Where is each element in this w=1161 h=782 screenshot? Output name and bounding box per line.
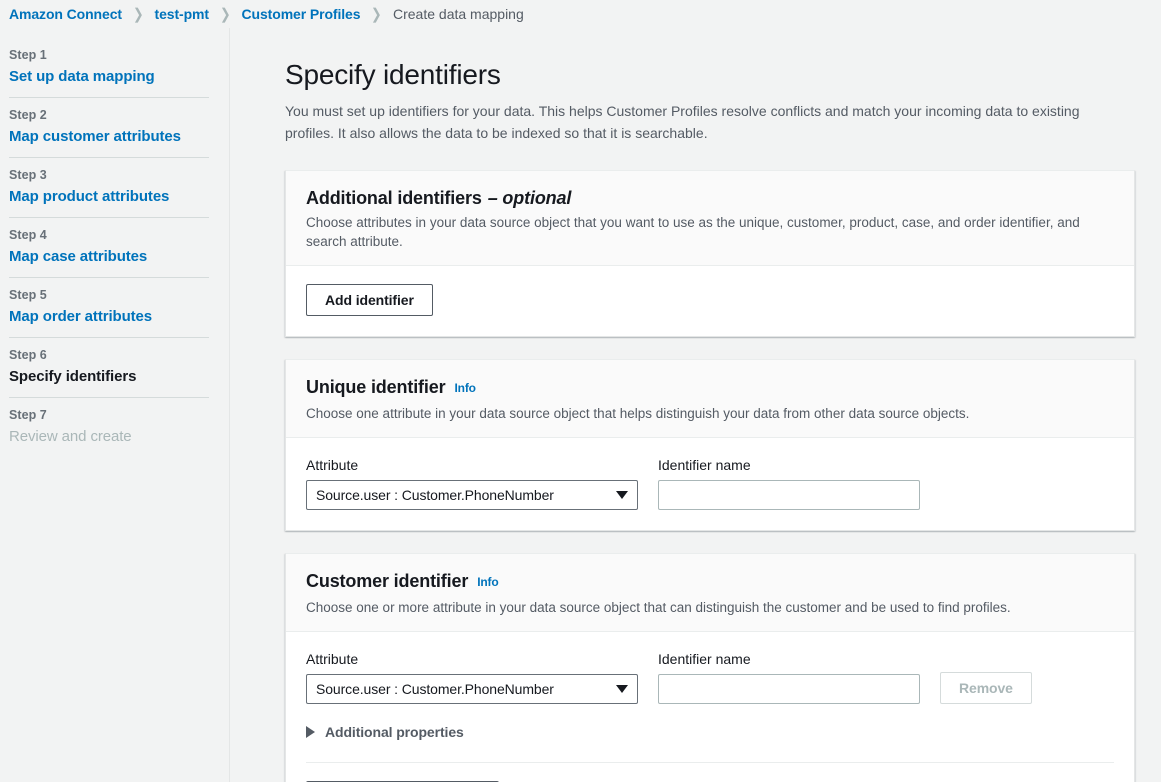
attribute-select[interactable]: Source.user : Customer.PhoneNumber bbox=[306, 674, 638, 704]
identifier-name-input[interactable] bbox=[658, 480, 920, 510]
attribute-label: Attribute bbox=[306, 650, 638, 668]
card-title-additional-identifiers: Additional identifiers – optional bbox=[306, 187, 1114, 209]
step-number-label: Step 6 bbox=[9, 347, 209, 364]
identifier-name-label: Identifier name bbox=[658, 456, 920, 474]
sidebar-step-7: Step 7 Review and create bbox=[0, 398, 229, 457]
sidebar-step-3[interactable]: Step 3 Map product attributes bbox=[0, 158, 229, 217]
attribute-select-wrap: Source.user : Customer.PhoneNumber bbox=[306, 674, 638, 704]
card-customer-identifier: Customer identifier Info Choose one or m… bbox=[285, 553, 1135, 782]
add-identifier-button[interactable]: Add identifier bbox=[306, 284, 433, 316]
card-header: Unique identifier Info Choose one attrib… bbox=[286, 360, 1134, 438]
breadcrumb-item-create-data-mapping: Create data mapping bbox=[393, 6, 524, 22]
card-header: Additional identifiers – optional Choose… bbox=[286, 171, 1134, 266]
page-root: Amazon Connect ❯ test-pmt ❯ Customer Pro… bbox=[0, 0, 1161, 782]
sidebar-step-6[interactable]: Step 6 Specify identifiers bbox=[0, 338, 229, 397]
additional-properties-label: Additional properties bbox=[325, 724, 464, 740]
card-body: Add identifier bbox=[286, 266, 1134, 336]
chevron-right-icon: ❯ bbox=[220, 5, 231, 23]
info-link[interactable]: Info bbox=[454, 377, 475, 399]
attribute-select[interactable]: Source.user : Customer.PhoneNumber bbox=[306, 480, 638, 510]
additional-properties-toggle[interactable]: Additional properties bbox=[306, 724, 1114, 740]
breadcrumb-item-test-pmt[interactable]: test-pmt bbox=[155, 6, 209, 22]
wizard-steps-sidebar: Step 1 Set up data mapping Step 2 Map cu… bbox=[0, 28, 230, 782]
card-body: Attribute Source.user : Customer.PhoneNu… bbox=[286, 632, 1134, 782]
step-title-map-case-attributes[interactable]: Map case attributes bbox=[9, 247, 209, 267]
step-number-label: Step 7 bbox=[9, 407, 209, 424]
sidebar-step-4[interactable]: Step 4 Map case attributes bbox=[0, 218, 229, 277]
breadcrumb: Amazon Connect ❯ test-pmt ❯ Customer Pro… bbox=[0, 0, 1161, 28]
card-title-text: Additional identifiers bbox=[306, 187, 482, 209]
card-title-unique-identifier: Unique identifier Info bbox=[306, 376, 1114, 400]
step-title-map-customer-attributes[interactable]: Map customer attributes bbox=[9, 127, 209, 147]
step-number-label: Step 3 bbox=[9, 167, 209, 184]
breadcrumb-item-customer-profiles[interactable]: Customer Profiles bbox=[242, 6, 361, 22]
sidebar-step-2[interactable]: Step 2 Map customer attributes bbox=[0, 98, 229, 157]
chevron-right-icon: ❯ bbox=[371, 5, 382, 23]
card-description: Choose one attribute in your data source… bbox=[306, 404, 1114, 423]
field-attribute: Attribute Source.user : Customer.PhoneNu… bbox=[306, 650, 638, 704]
identifier-name-label: Identifier name bbox=[658, 650, 920, 668]
card-unique-identifier: Unique identifier Info Choose one attrib… bbox=[285, 359, 1135, 531]
card-description: Choose attributes in your data source ob… bbox=[306, 213, 1114, 251]
step-number-label: Step 4 bbox=[9, 227, 209, 244]
step-title-set-up-data-mapping[interactable]: Set up data mapping bbox=[9, 67, 209, 87]
card-title-optional-suffix: – optional bbox=[488, 187, 572, 209]
card-additional-identifiers: Additional identifiers – optional Choose… bbox=[285, 170, 1135, 337]
step-number-label: Step 1 bbox=[9, 47, 209, 64]
attribute-label: Attribute bbox=[306, 456, 638, 474]
info-link[interactable]: Info bbox=[477, 571, 498, 593]
card-description: Choose one or more attribute in your dat… bbox=[306, 598, 1114, 617]
customer-identifier-form-row: Attribute Source.user : Customer.PhoneNu… bbox=[306, 650, 1114, 704]
card-inner-divider bbox=[306, 762, 1114, 763]
body-split: Step 1 Set up data mapping Step 2 Map cu… bbox=[0, 28, 1161, 782]
field-identifier-name: Identifier name bbox=[658, 650, 920, 704]
step-title-review-and-create: Review and create bbox=[9, 427, 209, 447]
step-number-label: Step 2 bbox=[9, 107, 209, 124]
sidebar-step-5[interactable]: Step 5 Map order attributes bbox=[0, 278, 229, 337]
card-title-text: Customer identifier bbox=[306, 570, 468, 592]
field-attribute: Attribute Source.user : Customer.PhoneNu… bbox=[306, 456, 638, 510]
card-title-customer-identifier: Customer identifier Info bbox=[306, 570, 1114, 594]
caret-right-icon bbox=[306, 726, 315, 738]
step-title-map-order-attributes[interactable]: Map order attributes bbox=[9, 307, 209, 327]
page-title: Specify identifiers bbox=[285, 58, 1135, 92]
breadcrumb-item-amazon-connect[interactable]: Amazon Connect bbox=[9, 6, 122, 22]
attribute-select-wrap: Source.user : Customer.PhoneNumber bbox=[306, 480, 638, 510]
card-body: Attribute Source.user : Customer.PhoneNu… bbox=[286, 438, 1134, 530]
field-identifier-name: Identifier name bbox=[658, 456, 920, 510]
card-title-text: Unique identifier bbox=[306, 376, 445, 398]
step-title-specify-identifiers: Specify identifiers bbox=[9, 367, 209, 387]
step-title-map-product-attributes[interactable]: Map product attributes bbox=[9, 187, 209, 207]
remove-identifier-button[interactable]: Remove bbox=[940, 672, 1032, 704]
chevron-right-icon: ❯ bbox=[133, 5, 144, 23]
page-description: You must set up identifiers for your dat… bbox=[285, 100, 1115, 144]
card-header: Customer identifier Info Choose one or m… bbox=[286, 554, 1134, 632]
step-number-label: Step 5 bbox=[9, 287, 209, 304]
identifier-name-input[interactable] bbox=[658, 674, 920, 704]
sidebar-step-1[interactable]: Step 1 Set up data mapping bbox=[0, 38, 229, 97]
unique-identifier-form-row: Attribute Source.user : Customer.PhoneNu… bbox=[306, 456, 1114, 510]
main-content: Specify identifiers You must set up iden… bbox=[230, 28, 1161, 782]
